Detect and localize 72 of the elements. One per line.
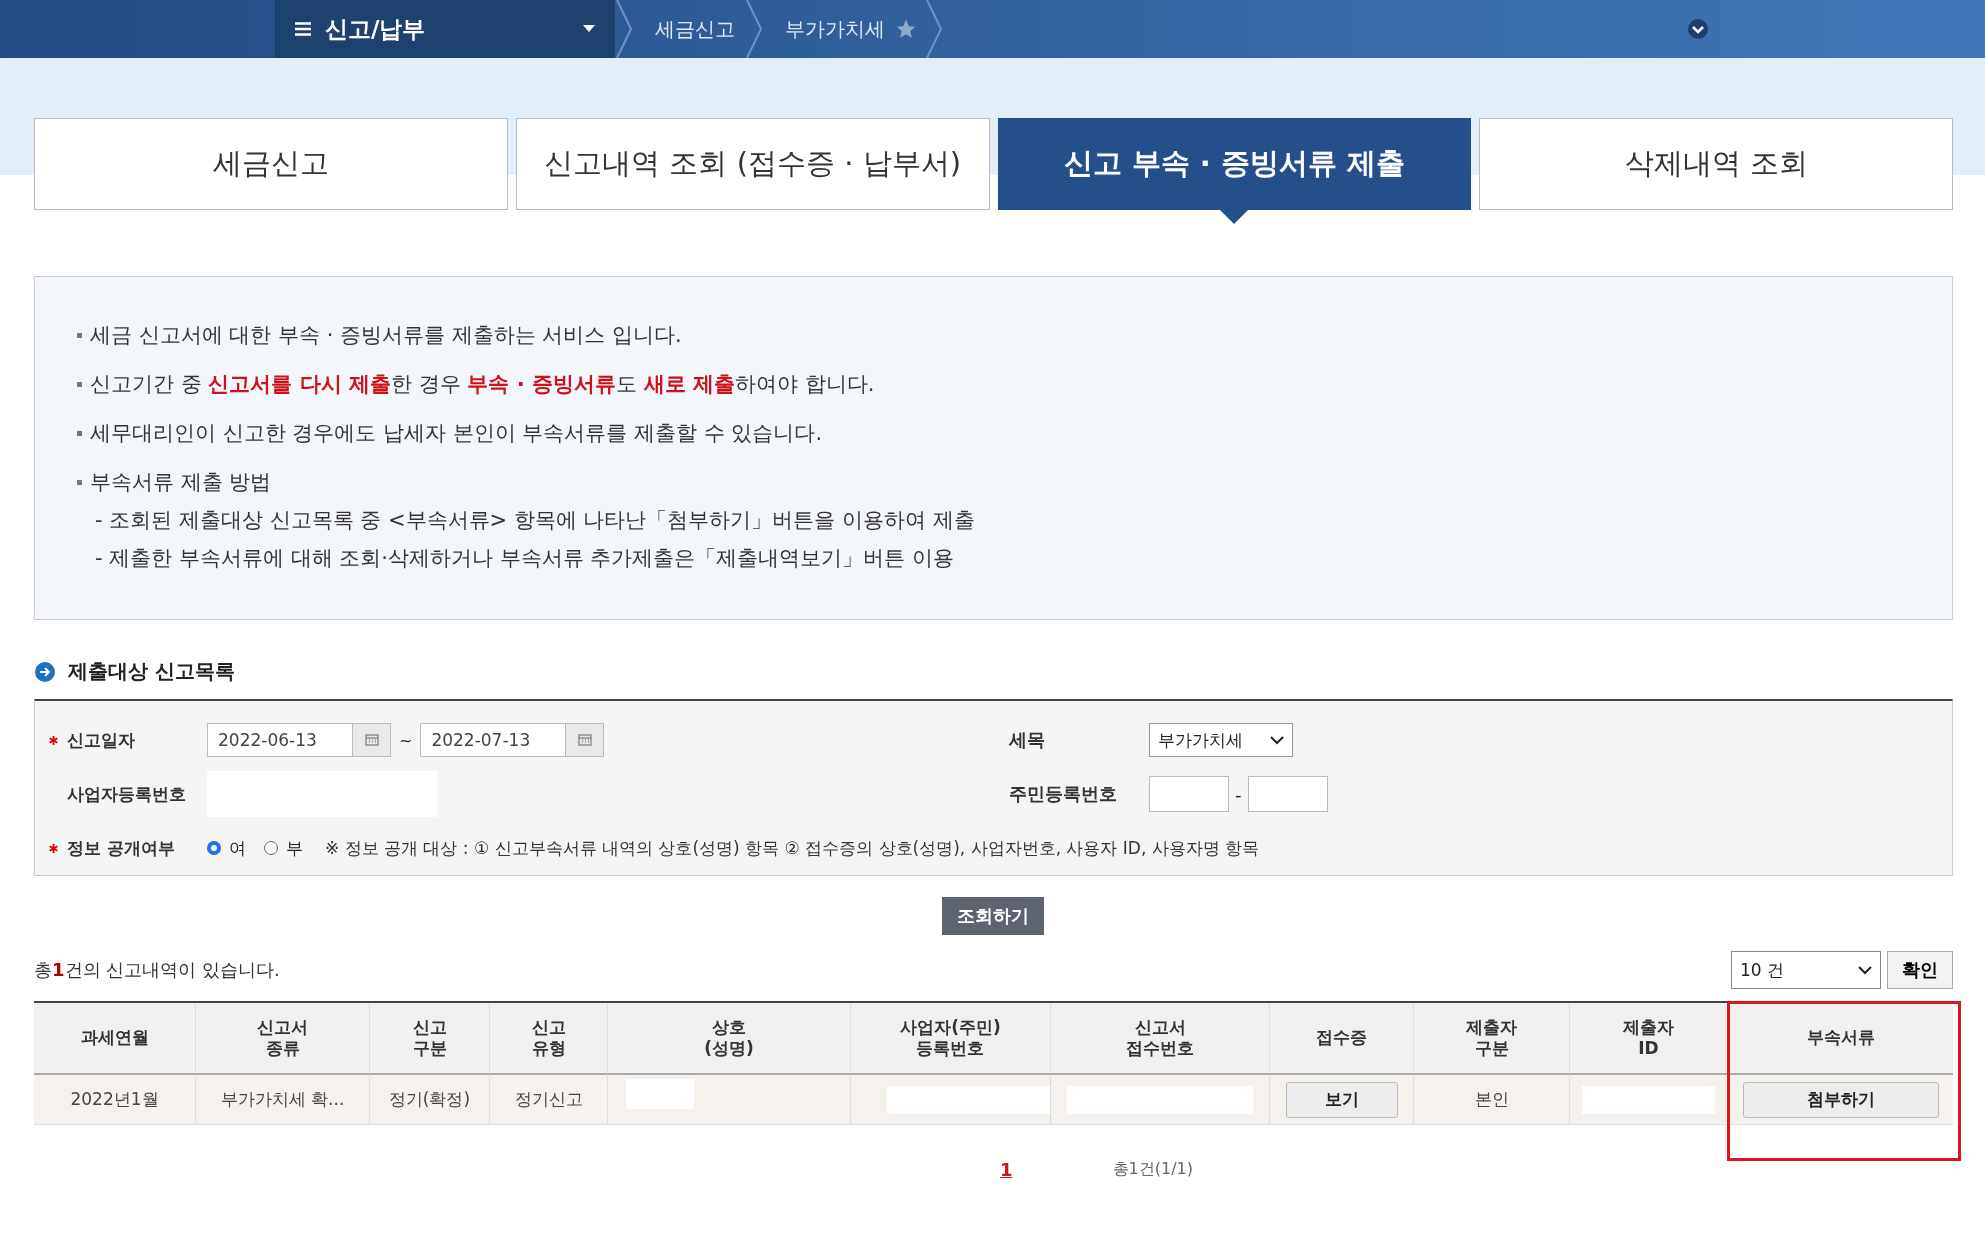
arrow-circle-icon	[34, 660, 56, 683]
bullet-icon	[77, 332, 82, 338]
column-header: 제출자 ID	[1570, 1003, 1728, 1075]
column-header: 신고서 접수번호	[1051, 1003, 1270, 1075]
range-separator: ~	[399, 730, 413, 750]
tab[interactable]: 세금신고	[34, 118, 508, 210]
column-header: 제출자 구분	[1414, 1003, 1570, 1075]
disclosure-note: ※ 정보 공개 대상 : ① 신고부속서류 내역의 상호(성명) 항목 ② 접수증의 상호(성명), 사업자번호, 사용자 ID, 사용자명 항목	[325, 836, 1260, 860]
table-cell: 정기(확정)	[388, 1088, 471, 1111]
breadcrumb-link[interactable]: 부가가치세	[763, 15, 895, 43]
calendar-icon[interactable]	[566, 723, 605, 757]
bullet-icon	[77, 381, 82, 387]
chevron-icon	[615, 0, 633, 58]
column-header: 신고서 종류	[196, 1003, 370, 1075]
column-header: 부속서류	[1728, 1003, 1953, 1075]
tab[interactable]: 신고내역 조회 (접수증 · 납부서)	[515, 118, 990, 210]
chevron-down-icon	[1858, 965, 1872, 975]
required-asterisk-icon	[49, 843, 58, 853]
tab[interactable]: 신고 부속 · 증빙서류 제출	[997, 118, 1472, 210]
chevron-icon	[745, 0, 763, 58]
field-label: 세목	[1009, 728, 1046, 752]
bullet-icon	[77, 430, 82, 436]
column-header: 신고 유형	[490, 1003, 608, 1075]
column-header: 과세연월	[34, 1003, 196, 1075]
input-field[interactable]	[1247, 776, 1328, 812]
notice-text: - 조회된 제출대상 신고목록 중 <부속서류> 항목에 나타난「첨부하기」버튼을 이용하여 제출	[95, 507, 976, 534]
input-field[interactable]	[1149, 776, 1229, 812]
menu-icon	[295, 22, 311, 36]
separator-text: -	[1235, 783, 1242, 805]
notice-text: 부속서류 제출 방법	[90, 469, 272, 496]
table-cell: 본인	[1474, 1088, 1509, 1111]
column-header: 사업자(주민) 등록번호	[851, 1003, 1051, 1075]
table-cell: 정기신고	[514, 1088, 583, 1111]
confirm-button[interactable]: 확인	[1887, 951, 1953, 989]
required-asterisk-icon	[49, 735, 58, 745]
column-header: 신고 구분	[370, 1003, 490, 1075]
field-label: 주민등록번호	[1009, 782, 1118, 806]
date-field[interactable]: 2022-06-13	[207, 723, 353, 757]
column-header: 상호 (성명)	[608, 1003, 851, 1075]
table-cell: 2022년1월	[70, 1088, 159, 1111]
chevron-icon	[925, 0, 943, 58]
calendar-icon[interactable]	[353, 723, 391, 757]
notice-text: - 제출한 부속서류에 대해 조회·삭제하거나 부속서류 추가제출은「제출내역보기」버튼 이용	[95, 545, 955, 572]
radio-option[interactable]: 여	[207, 836, 246, 860]
section-title: 제출대상 신고목록	[68, 658, 235, 685]
notice-text: 세무대리인이 신고한 경우에도 납세자 본인이 부속서류를 제출할 수 있습니다.	[90, 420, 823, 447]
radio-option[interactable]: 부	[264, 836, 303, 860]
notice-text: 세금 신고서에 대한 부속 · 증빙서류를 제출하는 서비스 입니다.	[90, 322, 682, 349]
tab-pointer-icon	[1220, 210, 1249, 224]
chevron-down-icon	[1270, 735, 1284, 745]
field-label: 정보 공개여부	[67, 836, 176, 860]
bullet-icon	[77, 479, 82, 485]
expand-icon[interactable]	[1687, 18, 1709, 40]
field-label: 신고일자	[67, 728, 136, 752]
menu-dropdown[interactable]: 신고/납부	[275, 0, 615, 58]
tab[interactable]: 삭제내역 조회	[1479, 118, 1953, 210]
search-button[interactable]: 조회하기	[941, 897, 1044, 935]
page-size-select[interactable]: 10 건	[1731, 951, 1881, 989]
caret-icon	[583, 25, 595, 33]
table-button[interactable]: 보기	[1285, 1081, 1398, 1118]
field-label: 사업자등록번호	[67, 782, 187, 806]
column-header: 접수증	[1270, 1003, 1414, 1075]
breadcrumb-link[interactable]: 세금신고	[633, 15, 745, 43]
tax-item-select[interactable]: 부가가치세	[1149, 723, 1293, 757]
table-cell: 부가가치세 확...	[220, 1088, 345, 1111]
notice-text: 신고기간 중 신고서를 다시 제출한 경우 부속 · 증빙서류도 새로 제출하여야 합니다.	[90, 371, 875, 398]
result-count-text: 총1건의 신고내역이 있습니다.	[34, 958, 280, 982]
date-field[interactable]: 2022-07-13	[420, 723, 567, 757]
table-button[interactable]: 첨부하기	[1742, 1081, 1939, 1118]
page-link[interactable]: 1	[1000, 1159, 1013, 1180]
star-icon[interactable]	[895, 18, 917, 40]
page-total-text: 총1건(1/1)	[1112, 1159, 1193, 1180]
